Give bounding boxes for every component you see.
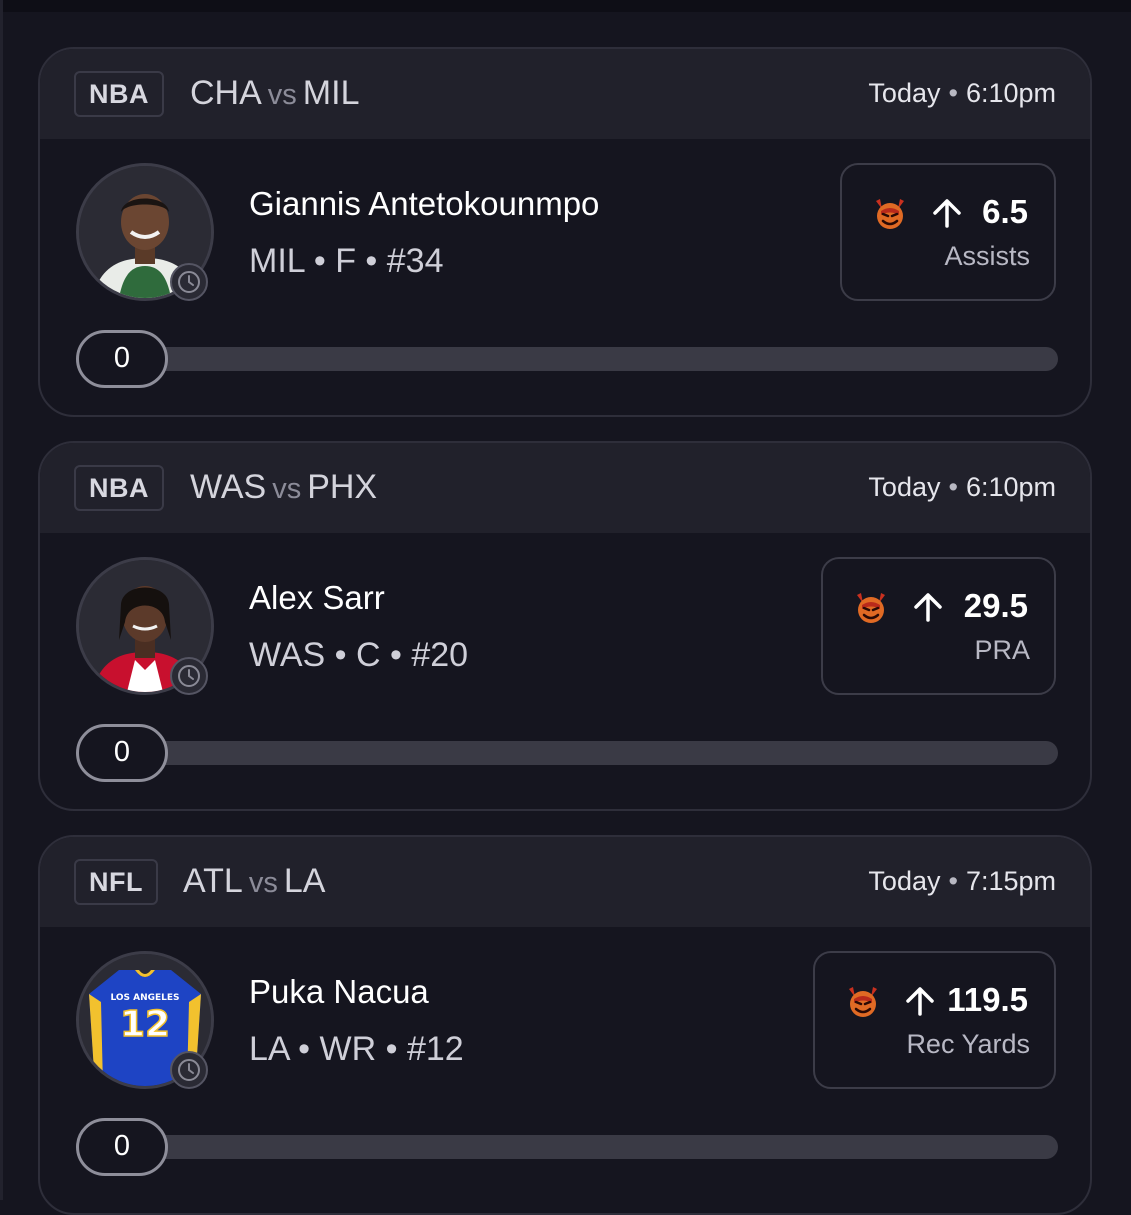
progress-track [144, 347, 1058, 371]
pick-stat-label: Rec Yards [906, 1029, 1030, 1059]
home-team: LA [283, 862, 326, 900]
pick-card[interactable]: NBA CHA vs MIL Today • 6:10pm Giannis Anteto… [38, 47, 1092, 417]
matchup: WAS vs PHX [190, 463, 377, 513]
game-day: Today [868, 78, 941, 108]
arrow-up-icon [906, 987, 934, 1016]
separator-dot: • [948, 472, 958, 502]
player-meta: WAS • C • #20 [249, 636, 469, 674]
pick-box[interactable]: 6.5 Assists [840, 163, 1056, 301]
pick-line-value: 119.5 [947, 981, 1028, 1018]
player-meta: LA • WR • #12 [249, 1030, 464, 1068]
card-header: NBA WAS vs PHX Today • 6:10pm [40, 443, 1090, 533]
player-name: Giannis Antetokounmpo [249, 185, 600, 222]
demon-icon [849, 987, 877, 1017]
arrow-up-icon [914, 593, 942, 622]
pick-card[interactable]: NFL ATL vs LA Today • 7:15pm LOS ANGELES 12 … [38, 835, 1092, 1215]
clock-icon [170, 1051, 208, 1089]
pick-card[interactable]: NBA WAS vs PHX Today • 6:10pm Alex Sarr WAS … [38, 441, 1092, 811]
league-badge: NBA [74, 465, 164, 511]
pick-box[interactable]: 29.5 PRA [821, 557, 1056, 695]
pick-line-value: 29.5 [963, 587, 1028, 624]
left-rail [0, 0, 3, 1200]
pick-stat-label: PRA [974, 635, 1030, 665]
jersey-number: 12 [120, 1004, 170, 1045]
game-clock-time: 6:10pm [965, 472, 1056, 502]
separator-dot: • [948, 78, 958, 108]
arrow-up-icon [933, 199, 961, 228]
game-time: Today • 6:10pm [868, 73, 1056, 113]
pick-line-value: 6.5 [982, 193, 1028, 230]
league-badge: NBA [74, 71, 164, 117]
away-team: WAS [190, 468, 267, 506]
progress-value: 0 [76, 724, 168, 782]
home-team: MIL [302, 74, 360, 112]
home-team: PHX [307, 468, 378, 506]
vs-label: vs [248, 867, 278, 899]
separator-dot: • [948, 866, 958, 896]
jersey-text: LOS ANGELES [110, 993, 179, 1003]
progress-track [144, 741, 1058, 765]
card-header: NBA CHA vs MIL Today • 6:10pm [40, 49, 1090, 139]
clock-icon [170, 263, 208, 301]
pick-stat-label: Assists [944, 241, 1030, 271]
game-clock-time: 7:15pm [965, 866, 1056, 896]
player-name: Alex Sarr [249, 579, 385, 616]
game-clock-time: 6:10pm [965, 78, 1056, 108]
card-header: NFL ATL vs LA Today • 7:15pm [40, 837, 1090, 927]
away-team: ATL [183, 862, 243, 900]
player-meta: MIL • F • #34 [249, 242, 444, 280]
matchup: CHA vs MIL [190, 69, 359, 119]
progress-value: 0 [76, 330, 168, 388]
pick-box[interactable]: 119.5 Rec Yards [813, 951, 1056, 1089]
clock-icon [170, 657, 208, 695]
game-day: Today [868, 866, 941, 896]
vs-label: vs [272, 473, 302, 505]
player-name: Puka Nacua [249, 973, 429, 1010]
game-day: Today [868, 472, 941, 502]
away-team: CHA [190, 74, 262, 112]
progress-track [144, 1135, 1058, 1159]
demon-icon [857, 593, 885, 623]
vs-label: vs [267, 79, 297, 111]
matchup: ATL vs LA [183, 857, 325, 907]
progress-value: 0 [76, 1118, 168, 1176]
game-time: Today • 7:15pm [868, 861, 1056, 901]
demon-icon [876, 199, 904, 229]
league-badge: NFL [74, 859, 158, 905]
game-time: Today • 6:10pm [868, 467, 1056, 507]
top-strip [0, 0, 1131, 12]
